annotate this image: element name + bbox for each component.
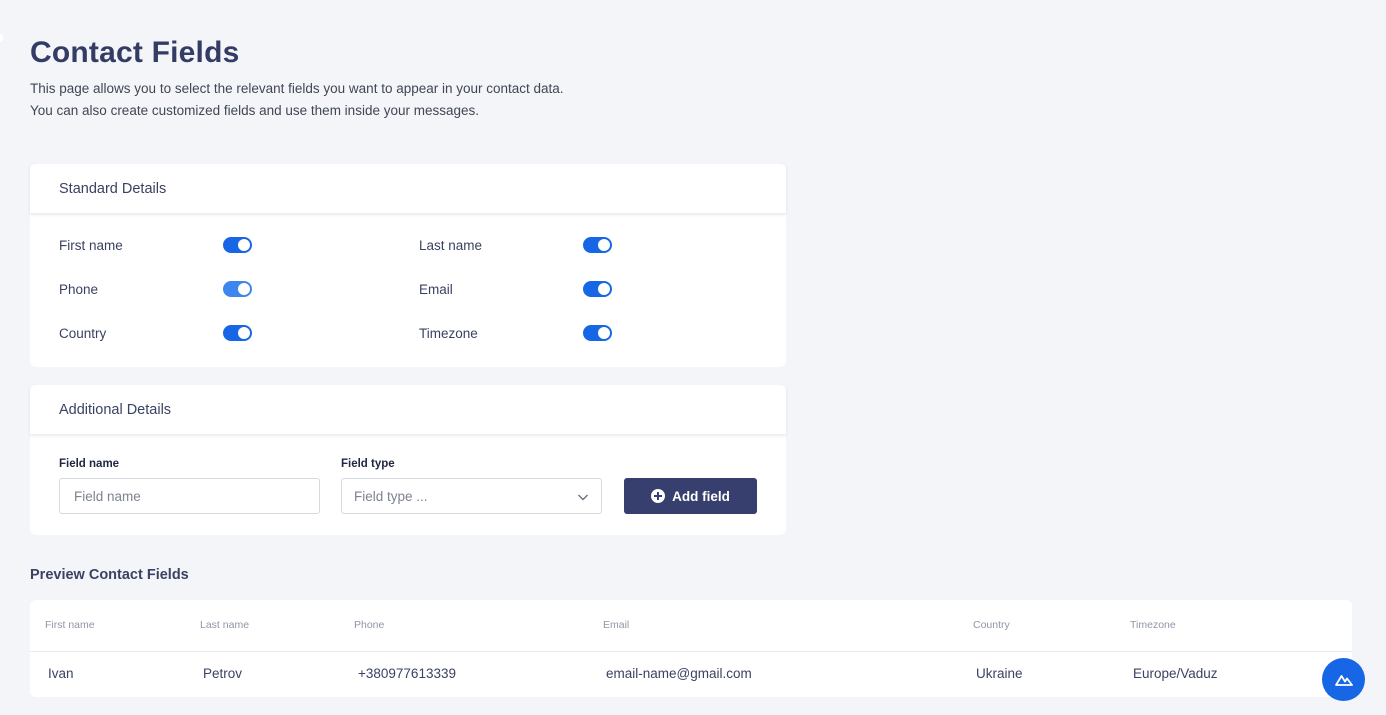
toggle-knob: [238, 283, 250, 295]
table-cell: email-name@gmail.com: [606, 666, 752, 681]
column-header: Last name: [200, 619, 250, 631]
row-divider: [30, 651, 1352, 652]
toggle-knob: [598, 283, 610, 295]
preview-title: Preview Contact Fields: [30, 567, 189, 583]
edge-handle: [0, 34, 3, 42]
add-field-label: Add field: [672, 488, 730, 504]
add-field-button[interactable]: Add field: [624, 478, 757, 514]
toggle-knob: [598, 239, 610, 251]
table-cell: Ivan: [48, 666, 74, 681]
field-label: Last name: [419, 237, 483, 253]
table-cell: Europe/Vaduz: [1133, 666, 1218, 681]
toggle-last-name[interactable]: [583, 237, 612, 253]
toggle-email[interactable]: [583, 281, 612, 297]
description-line: You can also create customized fields an…: [30, 103, 480, 118]
field-type-placeholder: Field type ...: [354, 488, 428, 504]
toggle-timezone[interactable]: [583, 325, 612, 341]
toggle-phone[interactable]: [223, 281, 252, 297]
toggle-knob: [238, 327, 250, 339]
table-cell: Ukraine: [976, 666, 1023, 681]
table-cell: Petrov: [203, 666, 243, 681]
column-header: Email: [603, 619, 630, 631]
field-label: Email: [419, 281, 453, 297]
table-cell: +380977613339: [358, 666, 456, 681]
field-row-country: Country: [59, 325, 252, 341]
field-label: Phone: [59, 281, 99, 297]
field-label: Country: [59, 325, 107, 341]
additional-details-card: Additional Details Field name Field type…: [30, 385, 786, 535]
field-name-label: Field name: [59, 458, 120, 470]
page-title: Contact Fields: [30, 36, 240, 69]
field-row-timezone: Timezone: [419, 325, 612, 341]
plus-circle-icon: [651, 489, 666, 503]
toggle-knob: [598, 327, 610, 339]
field-type-label: Field type: [341, 458, 395, 470]
column-header: Phone: [354, 619, 385, 631]
toggle-country[interactable]: [223, 325, 252, 341]
chevron-down-icon: [578, 494, 588, 501]
standard-details-title: Standard Details: [30, 164, 786, 213]
mountain-logo-icon: [1334, 674, 1353, 686]
help-fab-button[interactable]: [1322, 658, 1365, 701]
field-label: Timezone: [419, 325, 478, 341]
field-row-last-name: Last name: [419, 237, 612, 253]
field-name-input[interactable]: [59, 478, 320, 514]
preview-table: First name Last name Phone Email Country…: [30, 600, 1352, 697]
field-row-first-name: First name: [59, 237, 252, 253]
toggle-first-name[interactable]: [223, 237, 252, 253]
standard-details-card: Standard Details First name Last name Ph…: [30, 164, 786, 367]
field-label: First name: [59, 237, 123, 253]
description-line: This page allows you to select the relev…: [30, 81, 564, 96]
page-description: This page allows you to select the relev…: [30, 78, 564, 122]
column-header: Country: [973, 619, 1010, 631]
field-row-email: Email: [419, 281, 612, 297]
additional-details-title: Additional Details: [30, 385, 786, 434]
column-header: Timezone: [1130, 619, 1176, 631]
field-type-select[interactable]: Field type ...: [341, 478, 602, 514]
column-header: First name: [45, 619, 95, 631]
toggle-knob: [238, 239, 250, 251]
field-row-phone: Phone: [59, 281, 252, 297]
